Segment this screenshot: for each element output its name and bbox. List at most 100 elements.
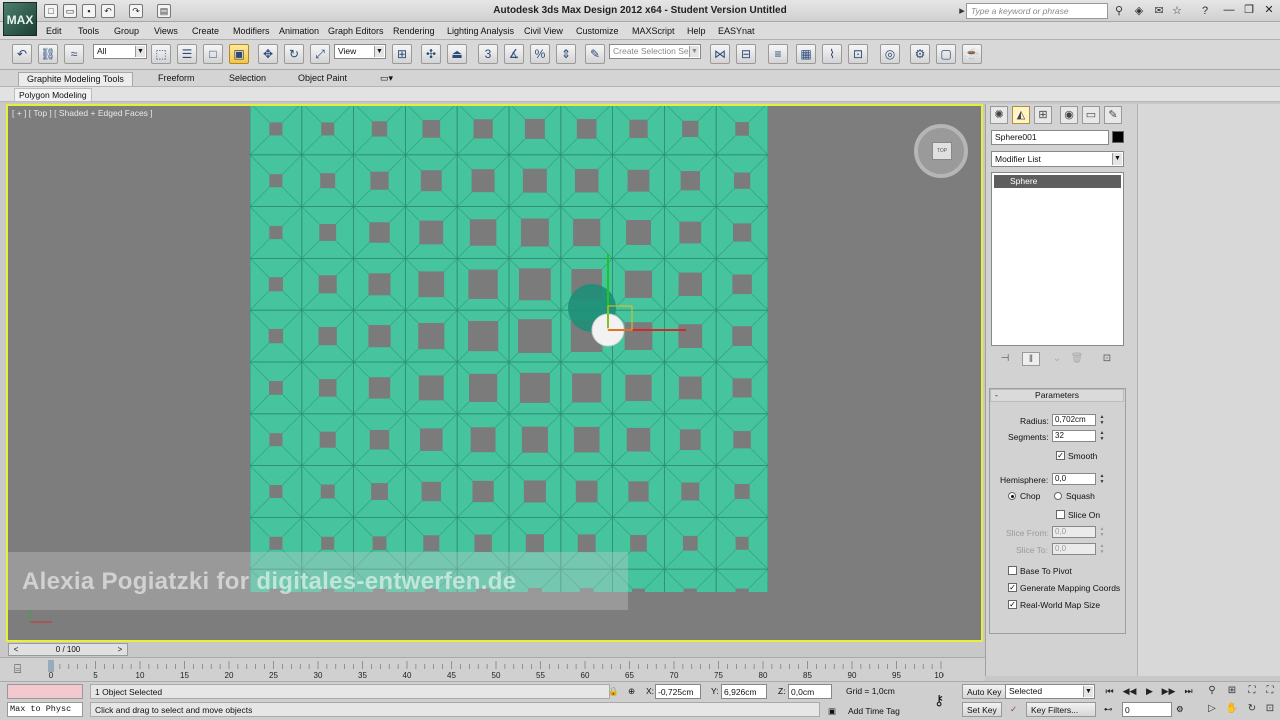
select-and-scale-icon[interactable]: ⤢ (310, 44, 330, 64)
next-frame-icon[interactable]: ▶▶ (1160, 684, 1177, 699)
menu-views[interactable]: Views (154, 26, 178, 36)
rendered-frame-window-icon[interactable]: ▢ (936, 44, 956, 64)
real-world-map-checkbox[interactable]: ✓ (1008, 600, 1017, 609)
lock-selection-icon[interactable]: 🔒 (608, 686, 619, 697)
time-next-icon[interactable]: > (115, 644, 125, 655)
binoculars-icon[interactable]: ⚲ (1112, 4, 1126, 18)
time-tag-icon[interactable]: ▣ (828, 706, 836, 717)
trackbar-filter-icon[interactable]: ⌸ (14, 662, 21, 677)
slice-on-checkbox[interactable] (1056, 510, 1065, 519)
select-object-icon[interactable]: ⬚ (151, 44, 171, 64)
named-selection-dropdown[interactable]: Create Selection Se ▼ (609, 44, 701, 59)
menu-graph-editors[interactable]: Graph Editors (328, 26, 384, 36)
field-of-view-icon[interactable]: ▷ (1204, 702, 1220, 717)
close-button[interactable]: ✕ (1260, 3, 1278, 18)
menu-group[interactable]: Group (114, 26, 139, 36)
spinner-snap-icon[interactable]: ⇕ (556, 44, 576, 64)
mirror-icon[interactable]: ⋈ (710, 44, 730, 64)
base-to-pivot-checkbox[interactable] (1008, 566, 1017, 575)
menu-lighting-analysis[interactable]: Lighting Analysis (447, 26, 514, 36)
favorites-star-icon[interactable]: ☆ (1170, 4, 1184, 18)
tab-freeform[interactable]: Freeform (150, 72, 203, 86)
select-and-rotate-icon[interactable]: ↻ (284, 44, 304, 64)
align-icon[interactable]: ⊟ (736, 44, 756, 64)
maximize-button[interactable]: ❐ (1240, 3, 1258, 18)
menu-customize[interactable]: Customize (576, 26, 619, 36)
viewcube[interactable]: TOP (914, 124, 968, 178)
select-and-move-icon[interactable]: ✥ (258, 44, 278, 64)
curve-editor-icon[interactable]: ⌇ (822, 44, 842, 64)
smooth-checkbox[interactable]: ✓ (1056, 451, 1065, 460)
window-crossing-icon[interactable]: ▣ (229, 44, 249, 64)
menu-create[interactable]: Create (192, 26, 219, 36)
communication-center-icon[interactable]: ✉ (1152, 4, 1166, 18)
schematic-view-icon[interactable]: ⊡ (848, 44, 868, 64)
make-unique-icon[interactable]: ⌄ (1048, 352, 1066, 366)
auto-key-button[interactable]: Auto Key (962, 684, 1007, 699)
orbit-icon[interactable]: ↻ (1244, 702, 1260, 717)
time-config-icon[interactable]: ⚙ (1176, 704, 1184, 715)
slice-to-spinner-arrows[interactable]: ▲ ▼ (1098, 543, 1106, 555)
maximize-viewport-icon[interactable]: ⊡ (1262, 702, 1278, 717)
keyboard-shortcut-override-icon[interactable]: ⏏ (447, 44, 467, 64)
menu-help[interactable]: Help (687, 26, 706, 36)
slice-from-input[interactable]: 0,0 (1052, 526, 1096, 538)
menu-easynat[interactable]: EASYnat (718, 26, 755, 36)
snaps-toggle-icon[interactable]: 3 (478, 44, 498, 64)
menu-rendering[interactable]: Rendering (393, 26, 435, 36)
tab-graphite-modeling-tools[interactable]: Graphite Modeling Tools (18, 72, 133, 86)
y-coordinate-input[interactable]: 6,926cm (721, 684, 767, 699)
subscription-icon[interactable]: ◈ (1132, 4, 1146, 18)
angle-snap-icon[interactable]: ∡ (504, 44, 524, 64)
maxscript-mini-listener[interactable]: Max to Physc (7, 702, 83, 717)
utilities-tab-icon[interactable]: ✎ (1104, 106, 1122, 124)
z-coordinate-input[interactable]: 0,0cm (788, 684, 832, 699)
menu-maxscript[interactable]: MAXScript (632, 26, 675, 36)
set-key-button[interactable]: Set Key (962, 702, 1002, 717)
hemisphere-spinner-arrows[interactable]: ▲ ▼ (1098, 473, 1106, 485)
segments-spinner-arrows[interactable]: ▲ ▼ (1098, 430, 1106, 442)
radius-input[interactable]: 0,702cm (1052, 414, 1096, 426)
menu-modifiers[interactable]: Modifiers (233, 26, 270, 36)
minimize-button[interactable]: — (1220, 3, 1238, 18)
undo-toolbar-icon[interactable]: ↶ (12, 44, 32, 64)
key-mode-dropdown[interactable]: Selected ▼ (1005, 684, 1095, 699)
select-manipulate-icon[interactable]: ✣ (421, 44, 441, 64)
render-production-icon[interactable]: ☕ (962, 44, 982, 64)
time-prev-icon[interactable]: < (11, 644, 21, 655)
slice-to-input[interactable]: 0,0 (1052, 543, 1096, 555)
key-filters-button[interactable]: Key Filters... (1026, 702, 1096, 717)
radius-spinner-arrows[interactable]: ▲ ▼ (1098, 414, 1106, 426)
trackbar[interactable]: ⌸ 0 5 10 15 20 25 30 35 40 45 50 55 60 65 70 75 80 85 90 95… (0, 657, 985, 681)
hemisphere-input[interactable]: 0,0 (1052, 473, 1096, 485)
viewport-top[interactable]: [ + ] [ Top ] [ Shaded + Edged Faces ] T… (6, 104, 983, 642)
menu-animation[interactable]: Animation (279, 26, 319, 36)
menu-civil-view[interactable]: Civil View (524, 26, 563, 36)
selection-filter-dropdown[interactable]: All ▼ (93, 44, 147, 59)
motion-tab-icon[interactable]: ◉ (1060, 106, 1078, 124)
generate-mapping-checkbox[interactable]: ✓ (1008, 583, 1017, 592)
configure-modifier-sets-icon[interactable]: ⊡ (1098, 352, 1116, 366)
segments-input[interactable]: 32 (1052, 430, 1096, 442)
application-button[interactable]: MAX (3, 2, 37, 36)
modifier-stack[interactable]: Sphere (991, 172, 1124, 346)
go-to-end-icon[interactable]: ⏭ (1180, 684, 1197, 699)
current-frame-input[interactable]: 0 (1122, 702, 1172, 717)
zoom-icon[interactable]: ⚲ (1204, 684, 1220, 699)
menu-edit[interactable]: Edit (46, 26, 62, 36)
viewport-label[interactable]: [ + ] [ Top ] [ Shaded + Edged Faces ] (12, 108, 153, 118)
edit-named-selection-icon[interactable]: ✎ (585, 44, 605, 64)
render-setup-icon[interactable]: ⚙ (910, 44, 930, 64)
zoom-extents-all-icon[interactable]: ⛶ (1262, 684, 1278, 699)
pin-stack-icon[interactable]: ⊣ (996, 352, 1014, 366)
reference-coordinate-dropdown[interactable]: View ▼ (334, 44, 386, 59)
show-end-result-icon[interactable]: ‖ (1022, 352, 1040, 366)
set-key-icon[interactable]: ⚷ (934, 692, 944, 709)
select-by-name-icon[interactable]: ☰ (177, 44, 197, 64)
pan-view-icon[interactable]: ✋ (1224, 702, 1240, 717)
modify-tab-icon[interactable]: ◭ (1012, 106, 1030, 124)
maxscript-listener-output[interactable] (7, 684, 83, 699)
rectangular-selection-icon[interactable]: □ (203, 44, 223, 64)
create-tab-icon[interactable]: ✺ (990, 106, 1008, 124)
layer-manager-icon[interactable]: ≡ (768, 44, 788, 64)
